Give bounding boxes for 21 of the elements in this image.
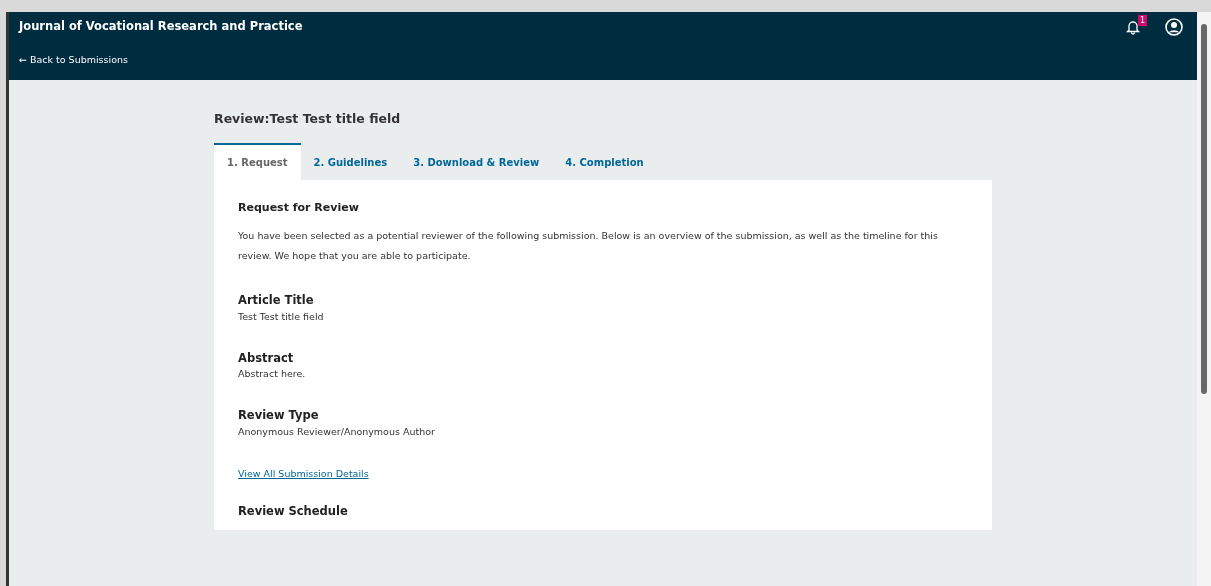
user-icon[interactable] [1165, 18, 1183, 36]
back-link[interactable]: ← Back to Submissions [19, 54, 128, 65]
field-value: Test Test title field [238, 309, 325, 324]
tab[interactable]: 2. Guidelines [300, 142, 401, 180]
journal-title: Journal of Vocational Research and Practice [19, 18, 303, 36]
page-title: Review:Test Test title field [214, 110, 402, 128]
section-heading: Review Schedule [238, 503, 349, 520]
tab[interactable]: 3. Download & Review [400, 142, 553, 180]
tab[interactable]: 4. Completion [552, 142, 657, 180]
scrollbar[interactable] [1197, 12, 1211, 586]
field-value: Anonymous Reviewer/Anonymous Author [238, 424, 436, 439]
field-label: Article Title [238, 292, 315, 310]
tab[interactable]: 1. Request [214, 142, 301, 180]
section-heading: Request for Review [238, 199, 360, 216]
bell-icon[interactable] [1125, 19, 1141, 35]
notification-count: 1 [1137, 15, 1147, 26]
field-label: Review Type [238, 407, 320, 425]
details-link[interactable]: View All Submission Details [238, 466, 369, 481]
intro-paragraph: You have been selected as a potential reviewer of the following submission. Below is an overview of the submission, as well as the timeline for this review. We hope that you are able to participate. [238, 229, 939, 264]
field-label: Abstract [238, 349, 295, 367]
field-value: Abstract here. [238, 367, 307, 381]
